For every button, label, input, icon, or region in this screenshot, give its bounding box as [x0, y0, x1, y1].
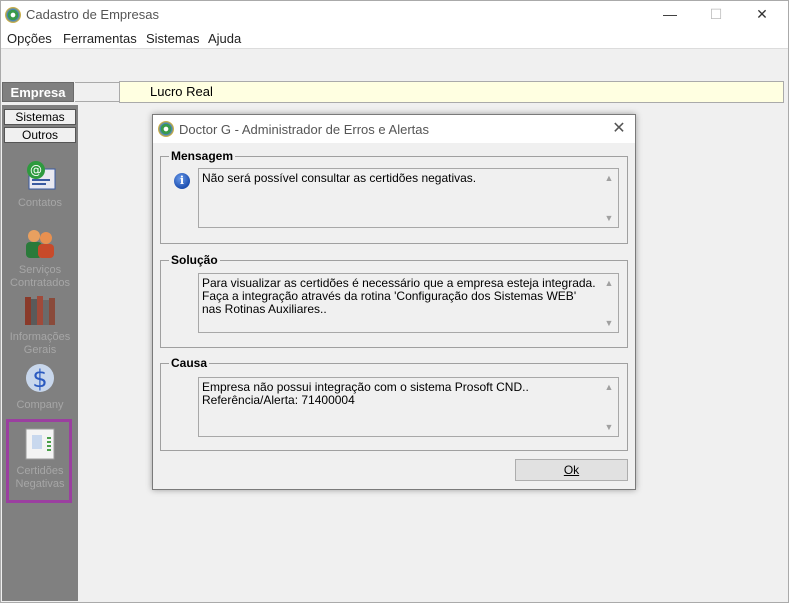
svg-text:$: $ — [32, 365, 47, 393]
causa-group: Causa Empresa não possui integração com … — [160, 356, 628, 451]
causa-label: Causa — [169, 356, 210, 370]
solucao-group: Solução Para visualizar as certidões é n… — [160, 253, 628, 348]
sidebar-item-informacoes[interactable]: Informações Gerais — [2, 293, 78, 357]
ok-button[interactable]: Ok — [515, 459, 628, 481]
error-dialog: Doctor G - Administrador de Erros e Aler… — [152, 114, 636, 490]
window-title: Cadastro de Empresas — [26, 7, 159, 22]
sidebar: Sistemas Outros @ Contatos Serviços Cont… — [2, 105, 78, 601]
solucao-textbox[interactable]: Para visualizar as certidões é necessári… — [198, 273, 619, 333]
scroll-up-arrow[interactable]: ▲ — [603, 278, 615, 288]
books-icon — [23, 293, 57, 327]
app-logo-icon — [5, 7, 21, 23]
sidebar-item-label: Serviços Contratados — [10, 264, 70, 289]
info-icon: i — [174, 173, 190, 189]
empresa-spacer — [75, 82, 119, 102]
sidebar-item-label: Contatos — [17, 197, 63, 209]
mensagem-label: Mensagem — [169, 149, 236, 163]
ok-label: Ok — [563, 463, 580, 477]
menu-ajuda[interactable]: Ajuda — [208, 31, 241, 46]
main-window: Cadastro de Empresas — ☐ ✕ Opções Ferram… — [0, 0, 789, 603]
contacts-icon: @ — [23, 159, 57, 193]
dialog-close-button[interactable]: ✕ — [607, 119, 631, 139]
empresa-field[interactable]: Lucro Real — [119, 81, 784, 103]
mensagem-textbox[interactable]: Não será possível consultar as certidões… — [198, 168, 619, 228]
menu-bar: Opções Ferramentas Sistemas Ajuda — [1, 28, 788, 49]
svg-text:@: @ — [30, 163, 42, 177]
menu-ferramentas[interactable]: Ferramentas — [63, 31, 137, 46]
menu-sistemas[interactable]: Sistemas — [146, 31, 199, 46]
causa-textbox[interactable]: Empresa não possui integração com o sist… — [198, 377, 619, 437]
highlight-frame — [6, 419, 72, 503]
causa-line-2: Referência/Alerta: 71400004 — [202, 393, 355, 407]
sidebar-button-sistemas[interactable]: Sistemas — [4, 109, 76, 125]
app-logo-icon — [158, 121, 174, 137]
scroll-up-arrow[interactable]: ▲ — [603, 382, 615, 392]
sidebar-item-servicos[interactable]: Serviços Contratados — [2, 226, 78, 290]
title-bar: Cadastro de Empresas — ☐ ✕ — [1, 1, 788, 28]
scroll-down-arrow[interactable]: ▼ — [603, 213, 615, 223]
toolbar-area — [1, 49, 788, 81]
services-icon — [23, 226, 57, 260]
solucao-label: Solução — [169, 253, 220, 267]
sidebar-item-company[interactable]: $ Company — [2, 361, 78, 412]
company-icon: $ — [23, 361, 57, 395]
close-button[interactable]: ✕ — [739, 1, 785, 28]
minimize-button[interactable]: — — [647, 1, 693, 28]
solucao-text: Para visualizar as certidões é necessári… — [202, 276, 596, 316]
sidebar-item-contatos[interactable]: @ Contatos — [2, 159, 78, 210]
sidebar-button-outros[interactable]: Outros — [4, 127, 76, 143]
mensagem-group: Mensagem i Não será possível consultar a… — [160, 149, 628, 244]
sidebar-item-label: Company — [16, 399, 64, 411]
empresa-tab[interactable]: Empresa — [2, 82, 74, 102]
dialog-title: Doctor G - Administrador de Erros e Aler… — [179, 122, 429, 137]
scroll-up-arrow[interactable]: ▲ — [603, 173, 615, 183]
menu-opcoes[interactable]: Opções — [7, 31, 52, 46]
maximize-button[interactable]: ☐ — [693, 1, 739, 28]
scroll-down-arrow[interactable]: ▼ — [603, 318, 615, 328]
sidebar-item-label: Informações Gerais — [9, 331, 71, 356]
scroll-down-arrow[interactable]: ▼ — [603, 422, 615, 432]
dialog-title-bar: Doctor G - Administrador de Erros e Aler… — [153, 115, 635, 143]
mensagem-text: Não será possível consultar as certidões… — [202, 171, 477, 185]
